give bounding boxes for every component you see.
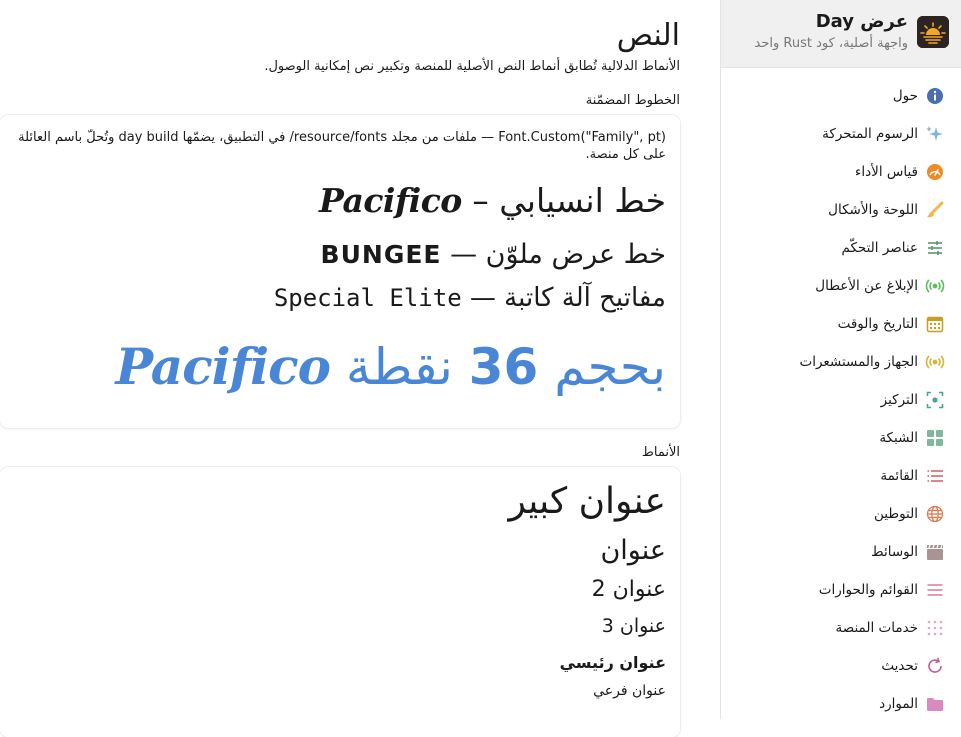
- special-elite-demo-arabic: مفاتيح آلة كاتبة —: [461, 283, 666, 313]
- styles-card: عنوان كبير عنوان عنوان 2 عنوان 3 عنوان ر…: [0, 467, 680, 737]
- sidebar-item-label: تحديث: [881, 658, 918, 674]
- large-title-sample: عنوان كبير: [508, 481, 666, 522]
- bungee-demo-arabic: خط عرض ملوّن —: [441, 239, 666, 270]
- big-demo-arabic-2: نقطة: [329, 338, 469, 396]
- app-logo-icon: [917, 16, 949, 48]
- sidebar-item-benchmark[interactable]: قياس الأداء: [721, 153, 961, 191]
- section-label-styles: الأنماط: [641, 445, 680, 460]
- info-icon: [925, 86, 945, 106]
- sidebar-item-focus[interactable]: التركيز: [721, 381, 961, 419]
- title3-sample: عنوان 3: [601, 615, 666, 637]
- sidebar-item-label: حول: [892, 88, 918, 104]
- sidebar-item-media[interactable]: الوسائط: [721, 533, 961, 571]
- menu-icon: [925, 580, 945, 600]
- speedometer-icon: [925, 162, 945, 182]
- sidebar-item-label: القائمة: [880, 468, 918, 484]
- sidebar-item-label: خدمات المنصة: [835, 620, 918, 636]
- pacifico-demo-latin: Pacifico: [319, 181, 462, 220]
- sidebar-item-grid[interactable]: الشبكة: [721, 419, 961, 457]
- subheadline-sample: عنوان فرعي: [593, 683, 666, 699]
- sidebar-item-label: قياس الأداء: [855, 164, 918, 180]
- sidebar-item-label: الشبكة: [879, 430, 918, 446]
- sidebar-header: عرض Day واجهة أصلية، كود Rust واحد: [721, 0, 961, 68]
- focus-icon: [925, 390, 945, 410]
- sidebar-item-label: الرسوم المتحركة: [822, 126, 918, 142]
- sidebar-item-label: القوائم والحوارات: [818, 582, 918, 598]
- page-description: الأنماط الدلالية تُطابق أنماط النص الأصل…: [264, 59, 680, 74]
- title2-sample: عنوان 2: [591, 577, 666, 602]
- special-elite-demo-latin: Special Elite: [273, 284, 462, 312]
- grid-icon: [925, 428, 945, 448]
- sidebar-item-label: الجهاز والمستشعرات: [799, 354, 919, 370]
- sidebar-item-date-time[interactable]: التاريخ والوقت: [721, 305, 961, 343]
- sidebar-item-resources[interactable]: الموارد: [721, 685, 961, 723]
- sidebar-item-animations[interactable]: الرسوم المتحركة: [721, 115, 961, 153]
- sidebar-item-label: الموارد: [879, 696, 918, 712]
- bungee-demo: خط عرض ملوّن — Bungee: [321, 239, 666, 270]
- sliders-icon: [925, 238, 945, 258]
- big-demo-number: 36: [468, 338, 539, 396]
- app-subtitle: واجهة أصلية، كود Rust واحد: [754, 36, 908, 51]
- app-title: عرض Day: [815, 11, 908, 32]
- big-demo-latin: Pacifico: [115, 337, 331, 396]
- sidebar-item-crash-reporting[interactable]: الإبلاغ عن الأعطال: [721, 267, 961, 305]
- sparkles-icon: [925, 124, 945, 144]
- fonts-note: Font.Custom("Family", pt) — ملفات من مجل…: [18, 130, 666, 162]
- sidebar-item-menus-dialogs[interactable]: القوائم والحوارات: [721, 571, 961, 609]
- sidebar-item-localization[interactable]: التوطين: [721, 495, 961, 533]
- big-demo-arabic-1: بحجم: [538, 338, 666, 396]
- sidebar-item-label: الوسائط: [871, 544, 918, 560]
- headline-sample: عنوان رئيسي: [559, 653, 666, 672]
- sidebar-item-list[interactable]: القائمة: [721, 457, 961, 495]
- brush-icon: [925, 200, 945, 220]
- refresh-icon: [925, 656, 945, 676]
- section-label-fonts: الخطوط المضمّنة: [585, 93, 680, 108]
- pacifico-demo-arabic: خط انسيابي –: [461, 181, 666, 220]
- dots-grid-icon: [925, 618, 945, 638]
- sidebar-item-device-sensors[interactable]: الجهاز والمستشعرات: [721, 343, 961, 381]
- sidebar-item-label: الإبلاغ عن الأعطال: [815, 278, 918, 294]
- pacifico-36pt-demo: بحجم 36 نقطة Pacifico: [116, 337, 666, 396]
- sidebar-item-refresh[interactable]: تحديث: [721, 647, 961, 685]
- sidebar-item-label: عناصر التحكّم: [841, 240, 918, 256]
- list-icon: [925, 466, 945, 486]
- title-sample: عنوان: [600, 535, 666, 566]
- bungee-demo-latin: Bungee: [320, 240, 442, 269]
- folder-icon: [925, 694, 945, 714]
- sidebar-item-canvas[interactable]: اللوحة والأشكال: [721, 191, 961, 229]
- main-content: النص الأنماط الدلالية تُطابق أنماط النص …: [0, 0, 720, 737]
- pacifico-demo: خط انسيابي – Pacifico: [319, 181, 666, 220]
- globe-icon: [925, 504, 945, 524]
- sidebar-item-label: التركيز: [880, 392, 918, 408]
- page-title: النص: [616, 18, 680, 53]
- sidebar-item-platform-services[interactable]: خدمات المنصة: [721, 609, 961, 647]
- sidebar: عرض Day واجهة أصلية، كود Rust واحد حول ا…: [720, 0, 961, 719]
- sensor-icon: [925, 352, 945, 372]
- broadcast-icon: [925, 276, 945, 296]
- sidebar-item-label: التوطين: [873, 506, 918, 522]
- clapperboard-icon: [925, 542, 945, 562]
- sidebar-item-label: اللوحة والأشكال: [828, 202, 918, 218]
- special-elite-demo: مفاتيح آلة كاتبة — Special Elite: [274, 283, 666, 313]
- sidebar-item-label: التاريخ والوقت: [837, 316, 918, 332]
- calendar-icon: [925, 314, 945, 334]
- sidebar-item-controls[interactable]: عناصر التحكّم: [721, 229, 961, 267]
- fonts-card: Font.Custom("Family", pt) — ملفات من مجل…: [0, 115, 680, 428]
- sidebar-item-about[interactable]: حول: [721, 77, 961, 115]
